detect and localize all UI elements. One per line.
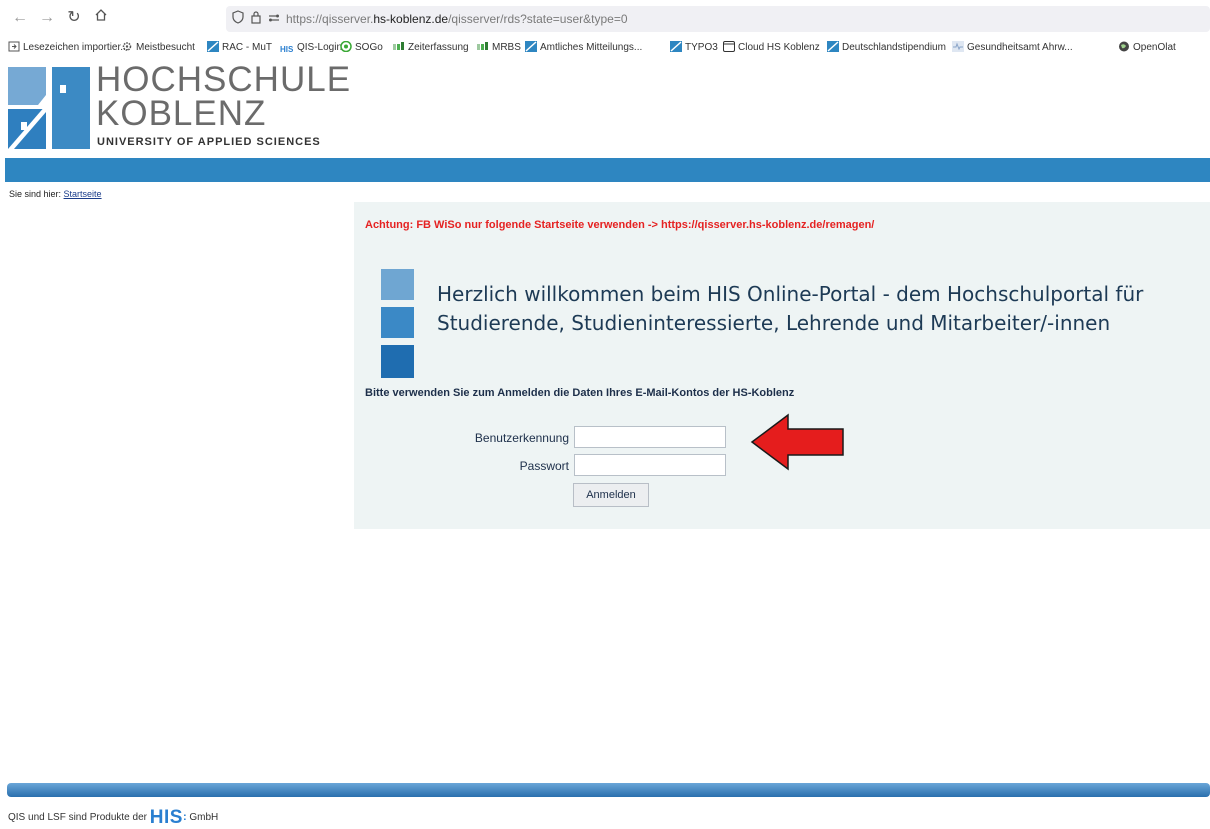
decor-square-2 [381, 307, 414, 338]
logo-mark-icon [8, 67, 90, 149]
reload-icon[interactable]: ↻ [64, 8, 84, 28]
breadcrumb: Sie sind hier: Startseite [9, 188, 102, 200]
permissions-icon[interactable] [268, 10, 280, 28]
footer-gmbh: GmbH [189, 812, 219, 823]
welcome-line-2: Studierende, Studieninteressierte, Lehre… [437, 311, 1111, 335]
breadcrumb-link-startseite[interactable]: Startseite [64, 189, 102, 199]
bookmark-cloud-hs-koblenz[interactable]: Cloud HS Koblenz [723, 41, 820, 55]
hochschule-koblenz-logo[interactable]: HOCHSCHULE KOBLENZ UNIVERSITY OF APPLIED… [8, 61, 350, 149]
sogo-icon [340, 41, 352, 52]
address-bar[interactable]: https://qisserver.hs-koblenz.de/qisserve… [226, 6, 1210, 32]
username-label: Benutzerkennung [474, 431, 569, 445]
footer: QIS und LSF sind Produkte der HIS: GmbH [8, 807, 218, 829]
url-text[interactable]: https://qisserver.hs-koblenz.de/qisserve… [286, 11, 628, 27]
bookmark-gesundheitsamt[interactable]: Gesundheitsamt Ahrw... [952, 41, 1073, 55]
username-input[interactable] [574, 426, 726, 448]
his-icon: HIS [280, 45, 294, 54]
bookmark-rac-mut[interactable]: RAC - MuT [207, 41, 272, 55]
bookmark-qis-login[interactable]: HIS QIS-Login [280, 41, 342, 55]
back-arrow-icon[interactable]: ← [10, 8, 30, 28]
footer-bar [7, 783, 1210, 797]
bookmark-sogo[interactable]: SOGo [340, 41, 383, 55]
login-panel: Achtung: FB WiSo nur folgende Startseite… [354, 202, 1210, 529]
hs-logo-icon [525, 41, 537, 52]
bookmark-deutschlandstipendium[interactable]: Deutschlandstipendium [827, 41, 946, 55]
hs-logo-icon [827, 41, 839, 52]
bookmarks-bar: Lesezeichen importier... Meistbesucht RA… [0, 36, 1210, 62]
bookmark-amtliches[interactable]: Amtliches Mitteilungs... [525, 41, 642, 55]
hs-logo-icon [207, 41, 219, 52]
browser-toolbar: ← → ↻ https://qisserver.hs-koblenz.de/qi… [0, 0, 1210, 36]
gear-icon [122, 42, 132, 51]
his-logo[interactable]: HIS [150, 807, 183, 828]
globe-icon [1119, 41, 1129, 52]
logo-tagline: UNIVERSITY OF APPLIED SCIENCES [97, 136, 321, 148]
bars-icon [477, 42, 488, 50]
decor-square-3 [381, 345, 414, 378]
hs-logo-icon [670, 41, 682, 52]
welcome-line-1: Herzlich willkommen beim HIS Online-Port… [437, 282, 1144, 306]
bookmark-meistbesucht[interactable]: Meistbesucht [121, 41, 195, 55]
bookmark-import[interactable]: Lesezeichen importier... [8, 41, 129, 55]
home-icon[interactable] [91, 8, 111, 28]
cloud-icon [723, 41, 735, 52]
forward-arrow-icon[interactable]: → [37, 8, 57, 28]
warning-message: Achtung: FB WiSo nur folgende Startseite… [365, 219, 875, 231]
bookmark-openolat[interactable]: OpenOlat [1118, 41, 1176, 55]
health-icon [952, 41, 964, 52]
password-input[interactable] [574, 454, 726, 476]
import-icon [8, 41, 20, 52]
decor-square-1 [381, 269, 414, 300]
password-label: Passwort [519, 459, 569, 473]
login-instructions: Bitte verwenden Sie zum Anmelden die Dat… [365, 387, 795, 399]
welcome-heading: Herzlich willkommen beim HIS Online-Port… [437, 280, 1143, 338]
breadcrumb-prefix: Sie sind hier: [9, 189, 62, 199]
header-bar [5, 158, 1210, 182]
lock-icon[interactable] [250, 10, 262, 28]
red-arrow-icon [750, 413, 844, 471]
bookmark-typo3[interactable]: TYPO3 [670, 41, 718, 55]
his-logo-mark: : [182, 811, 187, 823]
bookmark-mrbs[interactable]: MRBS [477, 41, 521, 55]
footer-text: QIS und LSF sind Produkte der [8, 812, 147, 823]
logo-line-2: KOBLENZ [96, 94, 267, 133]
login-button[interactable]: Anmelden [573, 483, 649, 507]
bars-icon [393, 42, 404, 50]
bookmark-zeiterfassung[interactable]: Zeiterfassung [393, 41, 469, 55]
shield-icon[interactable] [232, 10, 244, 28]
